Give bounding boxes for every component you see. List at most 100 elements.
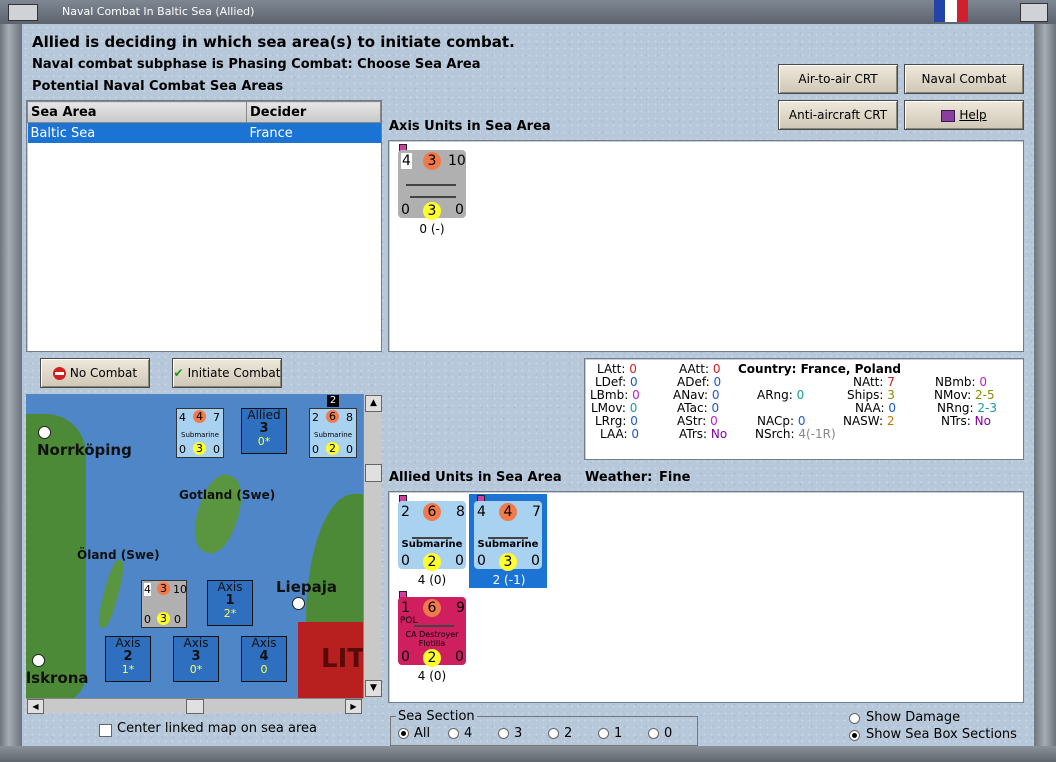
- stat-lbmb: LBmb: 0: [590, 388, 640, 402]
- show-sea-box-radio[interactable]: [849, 730, 860, 741]
- ship-silhouette-icon: [414, 615, 454, 627]
- sea-section-radio-3[interactable]: [498, 728, 509, 739]
- air-to-air-crt-button[interactable]: Air-to-air CRT: [778, 64, 898, 94]
- port-icon: [38, 426, 51, 439]
- window-menu-icon[interactable]: [8, 4, 38, 21]
- land-gotland: [185, 469, 251, 559]
- linked-map[interactable]: LIT Norrköping Gotland (Swe) Öland (Swe)…: [26, 394, 363, 698]
- weather-label: Weather:: [585, 470, 653, 485]
- stat-nmov: NMov: 2-5: [934, 388, 995, 402]
- cell-sea-area[interactable]: Baltic Sea: [27, 122, 247, 143]
- port-icon: [292, 597, 305, 610]
- map-label-lit: LIT: [321, 644, 363, 674]
- no-combat-button[interactable]: No Combat: [40, 358, 150, 388]
- stat-nasw: NASW: 2: [843, 414, 895, 428]
- stat-latt: LAtt: 0: [597, 362, 637, 376]
- sea-box-allied-3[interactable]: Allied 3 0*: [241, 408, 287, 454]
- submarine-icon: [488, 527, 528, 539]
- sea-box-axis-4[interactable]: Axis 4 0: [241, 636, 287, 682]
- scroll-up-icon[interactable]: ▲: [365, 395, 382, 412]
- maximize-button[interactable]: [1020, 3, 1048, 22]
- unit-movement: 3: [423, 202, 441, 220]
- sea-box-axis-1[interactable]: Axis 1 2*: [207, 580, 253, 626]
- anti-aircraft-crt-button[interactable]: Anti-aircraft CRT: [778, 100, 898, 130]
- map-horizontal-scrollbar[interactable]: ◀ ▶: [26, 698, 363, 714]
- allied-unit-counter-destroyer[interactable]: 1 6 9 POL CA Destroyer Flotilla 0 2 0: [398, 597, 466, 667]
- stat-ships: Ships: 3: [847, 388, 895, 402]
- scroll-thumb[interactable]: [365, 464, 382, 482]
- map-label-karlskrona: lskrona: [26, 669, 89, 687]
- sea-area-table: Sea Area Decider Baltic Sea France: [26, 100, 382, 352]
- allied-unit-counter[interactable]: 2 6 8 Submarine 0 2 0: [398, 501, 466, 571]
- allied-units-panel: 2 6 8 Submarine 0 2 0 4 (0) 4 4 7 Submar…: [388, 491, 1024, 703]
- stat-laa: LAA: 0: [600, 427, 640, 441]
- unit-caption: 4 (0): [417, 669, 447, 683]
- scroll-thumb[interactable]: [186, 699, 204, 714]
- title-bar: Naval Combat In Baltic Sea (Allied): [0, 0, 1056, 24]
- sea-section-radio-0[interactable]: [648, 728, 659, 739]
- sea-box-axis-3[interactable]: Axis 3 0*: [173, 636, 219, 682]
- table-row[interactable]: Baltic Sea France: [27, 122, 381, 143]
- show-damage-radio[interactable]: [849, 713, 860, 724]
- allied-unit-counter-selected[interactable]: 4 4 7 Submarine 0 3 0: [474, 501, 542, 571]
- unit-caption: 0 (-): [419, 222, 445, 236]
- sea-section-label-all: All: [414, 726, 431, 741]
- sea-section-radio-4[interactable]: [448, 728, 459, 739]
- unit-caption: 2 (-1): [492, 573, 526, 587]
- stat-nrng: NRng: 2-3: [937, 401, 998, 415]
- map-counter-submarine-stack[interactable]: 2 6 8 Submarine 0 2 0: [309, 408, 357, 458]
- window-title: Naval Combat In Baltic Sea (Allied): [62, 5, 255, 18]
- sea-section-radio-1[interactable]: [598, 728, 609, 739]
- sea-areas-label: Potential Naval Combat Sea Areas: [32, 79, 284, 94]
- stat-atrs: ATrs: No: [679, 427, 728, 441]
- initiate-combat-button[interactable]: ✔ Initiate Combat: [172, 358, 282, 388]
- sea-section-radio-2[interactable]: [548, 728, 559, 739]
- unit-defense: 3: [423, 152, 441, 170]
- sea-section-label-0: 0: [664, 726, 673, 741]
- stat-adef: ADef: 0: [677, 375, 722, 389]
- column-header-sea-area[interactable]: Sea Area: [27, 101, 247, 123]
- map-counter-submarine[interactable]: 4 4 7 Submarine 0 3 0: [176, 408, 224, 458]
- stat-lrrg: LRrg: 0: [595, 414, 638, 428]
- port-icon: [32, 654, 45, 667]
- book-icon: [941, 109, 956, 122]
- help-button[interactable]: Help: [904, 100, 1024, 130]
- sea-section-radio-all[interactable]: [398, 728, 409, 739]
- sea-box-axis-2[interactable]: Axis 2 1*: [105, 636, 151, 682]
- unit-name: Submarine: [477, 539, 539, 550]
- stat-astr: AStr: 0: [677, 414, 718, 428]
- land-oland: [95, 558, 127, 630]
- naval-combat-chart-button[interactable]: Naval Combat Chart: [904, 64, 1024, 114]
- map-label-oland: Öland (Swe): [77, 548, 160, 562]
- window-frame-bottom: [0, 746, 1056, 762]
- checkmark-icon: ✔: [173, 366, 184, 380]
- center-linked-checkbox[interactable]: [99, 724, 112, 737]
- unit-value-left: 0: [401, 202, 410, 218]
- flag-icon: [934, 0, 968, 22]
- sea-section-label-3: 3: [514, 726, 523, 741]
- map-vertical-scrollbar[interactable]: ▲ ▼: [363, 394, 382, 698]
- center-linked-label: Center linked map on sea area: [117, 721, 317, 736]
- window-frame-right: [1034, 24, 1056, 762]
- scroll-right-icon[interactable]: ▶: [345, 699, 362, 714]
- unit-name: CA Destroyer Flotilla: [405, 630, 459, 648]
- sea-section-label-1: 1: [614, 726, 623, 741]
- axis-unit-counter[interactable]: 4 3 10 0 3 0: [398, 150, 466, 220]
- weather-value: Fine: [659, 470, 691, 485]
- scroll-left-icon[interactable]: ◀: [27, 699, 44, 714]
- column-header-decider[interactable]: Decider: [246, 101, 381, 123]
- scroll-down-icon[interactable]: ▼: [365, 680, 382, 697]
- country-label: Country: France, Poland: [738, 362, 901, 376]
- ship-silhouette-icon: [406, 174, 456, 186]
- map-counter-axis[interactable]: 4 3 10 0 3 0: [141, 580, 187, 628]
- stat-nsrch: NSrch: 4(-1R): [755, 427, 836, 441]
- stat-nbmb: NBmb: 0: [935, 375, 988, 389]
- stat-natt: NAtt: 7: [853, 375, 895, 389]
- axis-units-panel: 4 3 10 0 3 0 0 (-): [388, 140, 1024, 352]
- sea-section-label-2: 2: [564, 726, 573, 741]
- map-label-liepaja: Liepaja: [276, 578, 337, 596]
- show-damage-label: Show Damage: [866, 710, 961, 725]
- cell-decider[interactable]: France: [246, 122, 381, 143]
- submarine-icon: [412, 527, 452, 539]
- stat-lmov: LMov: 0: [591, 401, 638, 415]
